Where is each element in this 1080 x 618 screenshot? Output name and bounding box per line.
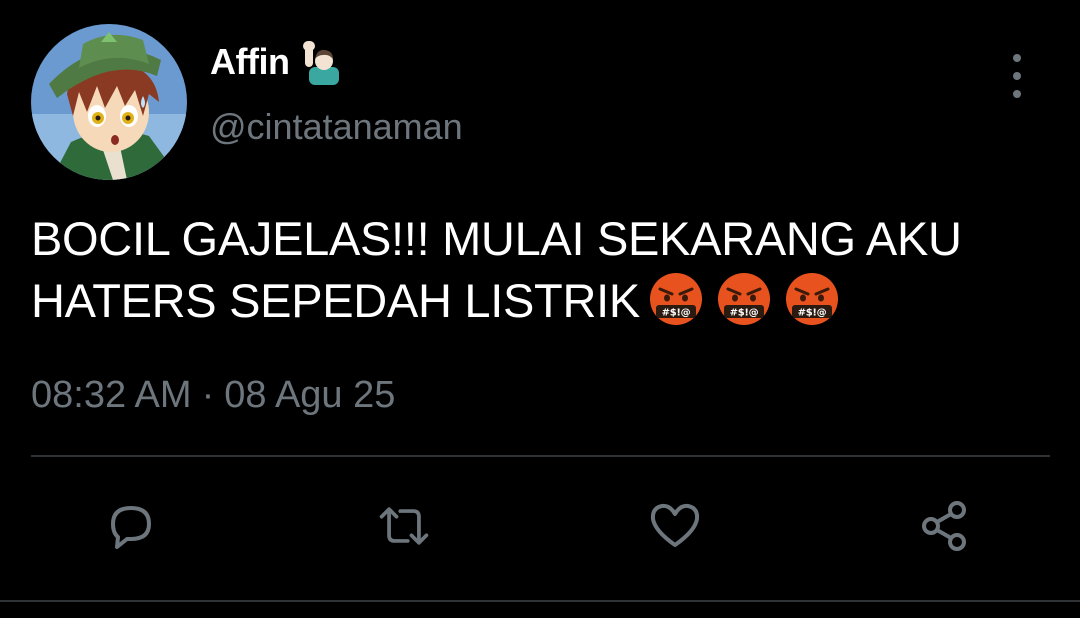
svg-text:#$!@: #$!@ [730,308,759,319]
heart-icon [650,503,700,547]
svg-text:#$!@: #$!@ [798,308,827,319]
more-options-button[interactable] [1000,54,1034,98]
more-dot [1013,90,1021,98]
timestamp-separator: · [201,374,215,416]
tweet-time: 08:32 AM [31,374,192,416]
avatar-image [31,24,187,180]
timestamp[interactable]: 08:32 AM · 08 Agu 25 [31,374,395,417]
share-icon [922,501,966,551]
cursing-face-emoji-icon: #$!@ [785,273,838,325]
tweet-detail: Affin @cintatanaman BOCIL GAJELAS!!! MUL… [0,0,1080,618]
more-dot [1013,72,1021,80]
retweet-icon [379,507,429,545]
share-button[interactable] [917,498,973,554]
tweet-text: BOCIL GAJELAS!!! MULAI SEKARANG AKU HATE… [31,208,1061,332]
like-button[interactable] [647,498,703,554]
user-handle[interactable]: @cintatanaman [210,106,463,148]
divider [31,455,1050,457]
comment-icon [111,506,151,549]
retweet-button[interactable] [376,498,432,554]
tweet-date: 08 Agu 25 [224,374,396,416]
more-vertical-icon [1013,54,1021,62]
reply-button[interactable] [103,498,159,554]
svg-text:#$!@: #$!@ [662,308,691,319]
display-name-row: Affin [210,38,347,86]
person-raising-hand-emoji-icon [301,39,347,85]
bottom-divider [0,600,1080,602]
display-name[interactable]: Affin [210,41,290,83]
avatar[interactable] [31,24,187,180]
cursing-face-emoji-icon: #$!@ [649,273,702,325]
emoji-row: #$!@ #$!@ #$!@ [648,271,852,327]
cursing-face-emoji-icon: #$!@ [717,273,770,325]
